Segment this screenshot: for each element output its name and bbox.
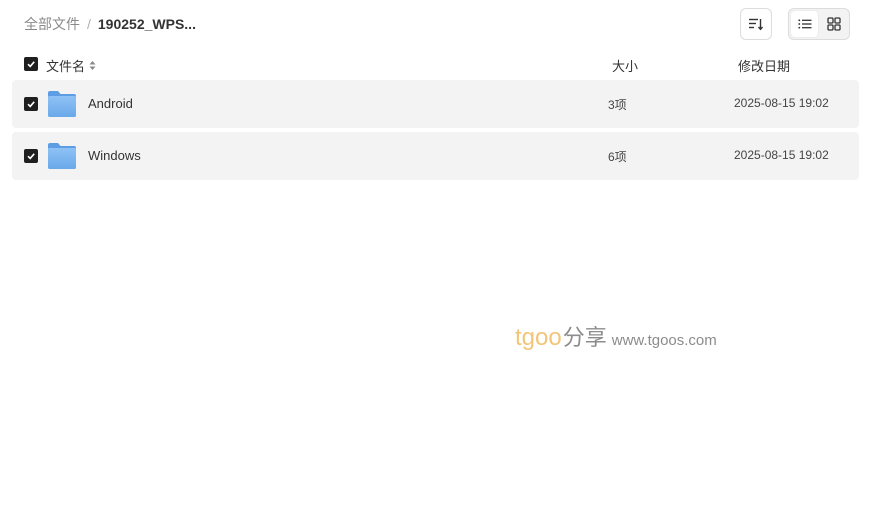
file-size: 3项 — [608, 98, 627, 112]
grid-view-button[interactable] — [820, 11, 847, 37]
list-view-icon — [798, 19, 811, 29]
file-modified-date: 2025-08-15 19:02 — [734, 96, 829, 110]
breadcrumb-root-link[interactable]: 全部文件 — [24, 14, 80, 34]
watermark-brand-cjk: 分享 — [562, 325, 607, 350]
breadcrumb: 全部文件 / 190252_WPS... — [24, 15, 196, 33]
column-header-name[interactable]: 文件名 — [46, 56, 96, 75]
file-modified-date: 2025-08-15 19:02 — [734, 148, 829, 162]
table-row[interactable]: Windows 6项 2025-08-15 19:02 — [12, 132, 859, 180]
table-header: 文件名 大小 修改日期 — [12, 52, 859, 76]
row-checkbox[interactable] — [24, 149, 38, 163]
column-header-date[interactable]: 修改日期 — [738, 56, 790, 75]
breadcrumb-separator: / — [87, 16, 91, 32]
folder-icon — [48, 143, 76, 169]
breadcrumb-current-folder: 190252_WPS... — [97, 16, 196, 32]
view-mode-toggle — [788, 8, 850, 40]
sort-toggle-icon — [89, 61, 96, 70]
row-checkbox[interactable] — [24, 97, 38, 111]
list-view-button[interactable] — [791, 11, 818, 37]
file-size: 6项 — [608, 150, 627, 164]
sort-button[interactable] — [740, 8, 772, 40]
checkmark-icon — [27, 61, 35, 68]
table-row[interactable]: Android 3项 2025-08-15 19:02 — [12, 80, 859, 128]
watermark-brand-latin: tgoo — [515, 324, 562, 351]
column-header-size[interactable]: 大小 — [612, 56, 638, 75]
file-browser: 全部文件 / 190252_WPS... 文件名 大小 修改日期 Android… — [0, 0, 874, 514]
watermark: tgoo 分享 www.tgoos.com — [515, 320, 717, 352]
file-name[interactable]: Windows — [88, 148, 141, 163]
file-name[interactable]: Android — [88, 96, 133, 111]
sort-icon — [749, 18, 764, 31]
checkmark-icon — [27, 101, 35, 108]
grid-view-icon — [826, 17, 841, 31]
folder-icon — [48, 91, 76, 117]
column-header-name-label: 文件名 — [46, 59, 86, 74]
select-all-checkbox[interactable] — [24, 57, 38, 71]
watermark-url: www.tgoos.com — [611, 332, 717, 349]
checkmark-icon — [27, 153, 35, 160]
